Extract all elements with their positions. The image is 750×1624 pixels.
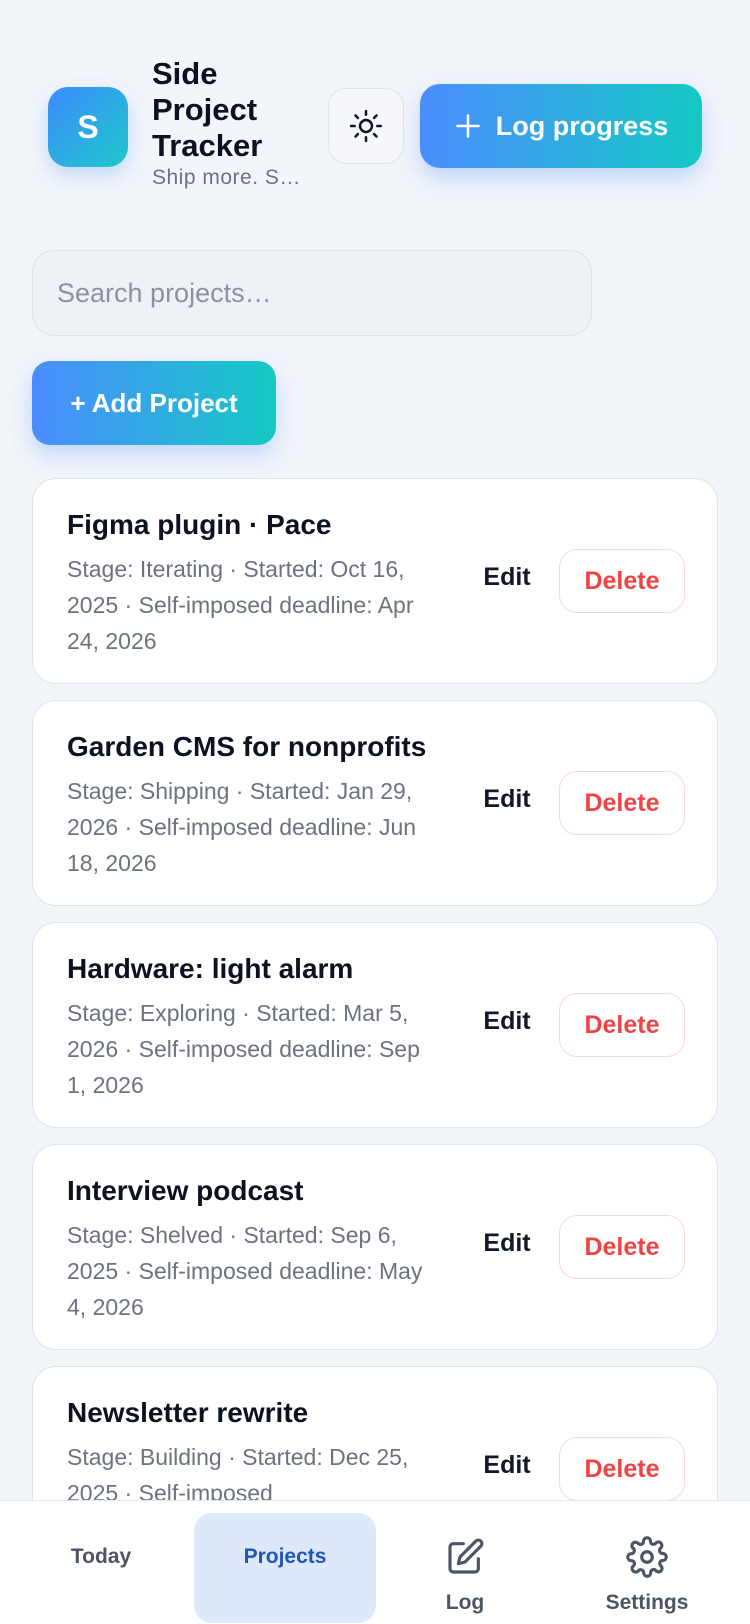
plus-icon: [455, 114, 480, 138]
log-progress-button[interactable]: Log progress: [420, 84, 702, 168]
bottom-nav: Today Projects Log Settings: [0, 1500, 750, 1624]
app-logo: S: [48, 87, 128, 167]
nav-label: Today: [70, 1545, 132, 1568]
project-list: Figma plugin · Pace Stage: Iterating · S…: [32, 478, 718, 1500]
nav-label: Log: [445, 1591, 485, 1614]
delete-button[interactable]: Delete: [559, 1437, 685, 1500]
edit-icon: [445, 1535, 485, 1579]
project-meta: Stage: Building · Started: Dec 25, 2025 …: [67, 1444, 409, 1500]
project-name: Hardware: light alarm: [67, 953, 354, 984]
project-name: Newsletter rewrite: [67, 1397, 309, 1428]
app-header: S Side Project Tracker Ship more. Ship b…: [0, 0, 750, 220]
project-card: Garden CMS for nonprofits Stage: Shippin…: [32, 700, 718, 906]
project-name: Figma plugin · Pace: [67, 509, 332, 540]
project-card: Hardware: light alarm Stage: Exploring ·…: [32, 922, 718, 1128]
project-name: Interview podcast: [67, 1175, 304, 1206]
add-project-button[interactable]: + Add Project: [32, 361, 276, 445]
project-meta: Stage: Shelved · Started: Sep 6, 2025 · …: [67, 1222, 423, 1320]
project-meta: Stage: Shipping · Started: Jan 29, 2026 …: [67, 778, 417, 876]
log-progress-label: Log progress: [495, 110, 669, 141]
theme-toggle-button[interactable]: [328, 88, 404, 164]
sun-icon: [349, 109, 383, 143]
edit-button[interactable]: Edit: [465, 1441, 549, 1489]
app-title: Side Project Tracker: [152, 56, 263, 163]
app-subtitle: Ship more. Ship better.: [152, 166, 302, 189]
project-card: Figma plugin · Pace Stage: Iterating · S…: [32, 478, 718, 684]
nav-item-log[interactable]: Log: [374, 1513, 556, 1623]
nav-item-settings[interactable]: Settings: [556, 1513, 738, 1623]
logo-letter: S: [77, 108, 99, 145]
add-project-label: + Add Project: [70, 387, 238, 418]
nav-item-today[interactable]: Today: [10, 1513, 192, 1623]
project-meta: Stage: Iterating · Started: Oct 16, 2025…: [67, 556, 414, 654]
app-screen: S Side Project Tracker Ship more. Ship b…: [0, 0, 750, 1624]
nav-label: Projects: [243, 1545, 327, 1568]
delete-button[interactable]: Delete: [559, 771, 685, 835]
nav-label: Settings: [605, 1591, 689, 1614]
edit-button[interactable]: Edit: [465, 553, 549, 601]
edit-button[interactable]: Edit: [465, 1219, 549, 1267]
delete-button[interactable]: Delete: [559, 549, 685, 613]
gear-icon: [626, 1535, 668, 1579]
project-card: Newsletter rewrite Stage: Building · Sta…: [32, 1366, 718, 1500]
delete-button[interactable]: Delete: [559, 1215, 685, 1279]
edit-button[interactable]: Edit: [465, 997, 549, 1045]
edit-button[interactable]: Edit: [465, 775, 549, 823]
search-input[interactable]: [32, 250, 592, 336]
project-name: Garden CMS for nonprofits: [67, 731, 427, 762]
project-meta: Stage: Exploring · Started: Mar 5, 2026 …: [67, 1000, 420, 1098]
delete-button[interactable]: Delete: [559, 993, 685, 1057]
project-card: Interview podcast Stage: Shelved · Start…: [32, 1144, 718, 1350]
nav-item-projects[interactable]: Projects: [194, 1513, 376, 1623]
